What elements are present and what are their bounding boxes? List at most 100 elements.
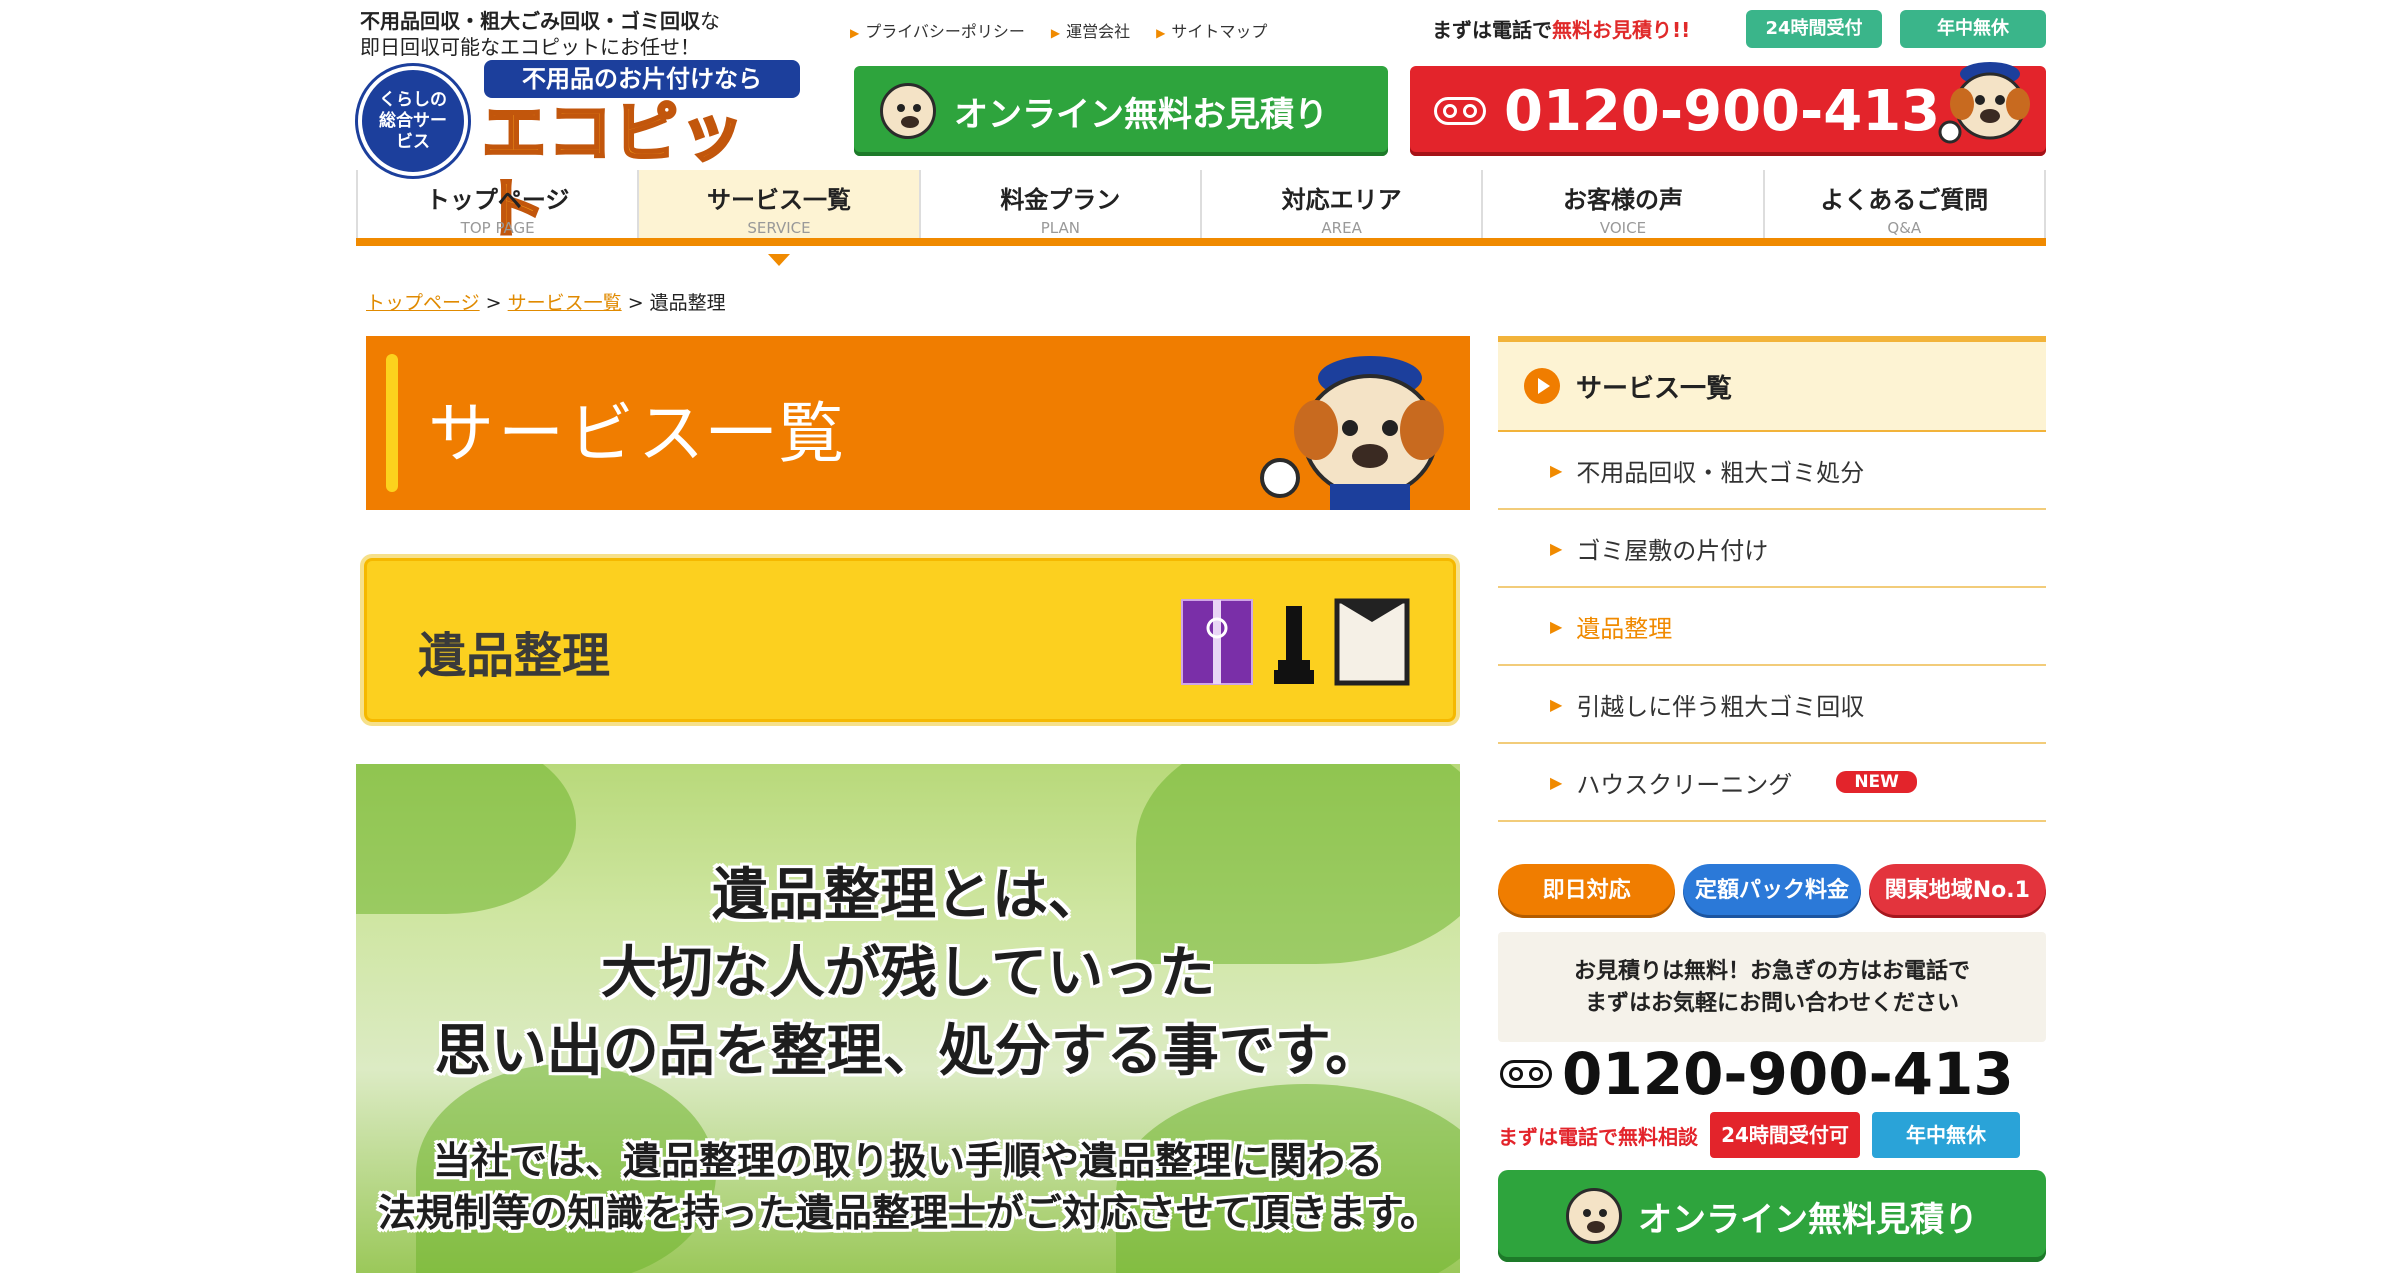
tel-note-prefix: まずは電話で	[1432, 18, 1552, 42]
breadcrumb-services-link[interactable]: サービス一覧	[508, 292, 622, 314]
triangle-right-icon: ▶	[1550, 460, 1563, 480]
sidebar-item-label: ハウスクリーニング	[1576, 770, 1793, 799]
hero-line-1: 遺品整理とは、	[712, 863, 1104, 928]
nav-voice-sub: VOICE	[1599, 219, 1647, 237]
privacy-policy-label: プライバシーポリシー	[865, 22, 1025, 41]
new-badge: NEW	[1836, 771, 1917, 793]
nav-area-sub: AREA	[1321, 219, 1362, 237]
triangle-right-icon: ▶	[1550, 538, 1563, 558]
nav-faq[interactable]: よくあるご質問 Q&A	[1762, 170, 2046, 238]
tel-note-red: 無料お見積り!!	[1552, 18, 1691, 42]
category-title: 遺品整理	[418, 628, 611, 684]
sidebar-online-estimate-label: オンライン無料見積り	[1638, 1199, 1978, 1240]
breadcrumb-current: 遺品整理	[649, 292, 726, 314]
estimate-note-line1: お見積りは無料！お急ぎの方はお電話で	[1573, 959, 1970, 984]
global-nav: トップページ TOP PAGE サービス一覧 SERVICE 料金プラン PLAN 対…	[356, 170, 2046, 246]
nav-voice[interactable]: お客様の声 VOICE	[1481, 170, 1762, 238]
sidebar-phone-number: 0120-900-413	[1562, 1040, 2014, 1108]
arrow-right-icon: ▶	[1156, 26, 1166, 40]
logo-circle: くらしの総合サービス	[358, 66, 468, 176]
nav-faq-label: よくあるご質問	[1820, 186, 1989, 214]
open-all-year-badge: 年中無休	[1872, 1112, 2020, 1158]
company-label: 運営会社	[1066, 22, 1131, 41]
24h-accept-badge: 24時間受付可	[1710, 1112, 1860, 1158]
sidebar-heading-label: サービス一覧	[1576, 373, 1733, 404]
dog-mascot-icon	[880, 83, 936, 139]
open-all-year-badge: 年中無休	[1900, 10, 2046, 48]
sidebar-item-label: ゴミ屋敷の片付け	[1576, 536, 1769, 565]
dog-mascot-icon	[1260, 356, 1444, 510]
feature-badges: 即日対応 定額パック料金 関東地域No.1	[1498, 864, 2046, 918]
online-estimate-button[interactable]: オンライン無料お見積り	[854, 66, 1388, 156]
sitemap-link[interactable]: ▶ サイトマップ	[1156, 18, 1267, 42]
online-estimate-label: オンライン無料お見積り	[954, 94, 1328, 135]
same-day-badge: 即日対応	[1498, 864, 1676, 918]
sidebar-item-label: 引越しに伴う粗大ゴミ回収	[1576, 692, 1865, 721]
sidebar-item-bulky-waste[interactable]: ▶ 不用品回収・粗大ゴミ処分	[1498, 432, 2046, 510]
freedial-icon	[1500, 1060, 1552, 1088]
sitemap-label: サイトマップ	[1171, 22, 1268, 41]
tagline-line2: 即日回収可能なエコピットにお任せ！	[360, 35, 700, 59]
hero-line-4: 当社では、遺品整理の取り扱い手順や遺品整理に関わる	[432, 1139, 1383, 1183]
title-accent-bar	[386, 354, 398, 492]
triangle-right-icon: ▶	[1550, 616, 1563, 636]
nav-top[interactable]: トップページ TOP PAGE	[356, 170, 637, 238]
sidebar-phone[interactable]: 0120-900-413	[1500, 1040, 2014, 1108]
tagline-bold: 不用品回収・粗大ごみ回収・ゴミ回収	[360, 9, 700, 33]
hero-line-5: 法規制等の知識を持った遺品整理士がご対応させて頂きます。	[377, 1191, 1439, 1235]
nav-plan[interactable]: 料金プラン PLAN	[918, 170, 1200, 238]
tel-note: まずは電話で無料お見積り!!	[1432, 14, 1690, 43]
sidebar-phone-notes: まずは電話で無料相談 24時間受付可 年中無休	[1498, 1112, 2046, 1158]
category-icons	[1180, 598, 1410, 686]
nav-service[interactable]: サービス一覧 SERVICE	[637, 170, 919, 238]
dog-mascot-icon	[1566, 1188, 1622, 1244]
nav-area-label: 対応エリア	[1281, 186, 1402, 214]
triangle-right-icon: ▶	[1550, 694, 1563, 714]
sidebar-item-hoarder-house[interactable]: ▶ ゴミ屋敷の片付け	[1498, 510, 2046, 588]
sidebar-services: サービス一覧 ▶ 不用品回収・粗大ゴミ処分 ▶ ゴミ屋敷の片付け ▶ 遺品整理 ▶ 引越…	[1498, 336, 2046, 822]
sidebar-item-house-cleaning[interactable]: ▶ ハウスクリーニング NEW	[1498, 744, 2046, 822]
freedial-icon	[1434, 97, 1486, 125]
arrow-right-icon: ▶	[1050, 26, 1061, 40]
sidebar-online-estimate-button[interactable]: オンライン無料見積り	[1498, 1170, 2046, 1262]
hero-image: 遺品整理とは、 大切な人が残していった 思い出の品を整理、処分する事です。 当社…	[356, 764, 1460, 1273]
estimate-note-line2: まずはお気軽にお問い合わせください	[1584, 991, 1959, 1016]
sidebar-heading: サービス一覧	[1498, 336, 2046, 432]
nav-plan-sub: PLAN	[1040, 219, 1080, 237]
fixed-price-badge: 定額パック料金	[1683, 864, 1861, 918]
phone-call-button[interactable]: 0120-900-413	[1410, 62, 2046, 156]
kanto-no1-badge: 関東地域No.1	[1868, 864, 2046, 918]
sidebar-item-label: 遺品整理	[1576, 614, 1673, 643]
arrow-right-icon: ▶	[850, 26, 860, 40]
sidebar-item-moving[interactable]: ▶ 引越しに伴う粗大ゴミ回収	[1498, 666, 2046, 744]
memorial-frame-icon	[1334, 598, 1410, 686]
estimate-note: お見積りは無料！お急ぎの方はお電話で まずはお気軽にお問い合わせください	[1498, 932, 2046, 1042]
nav-active-pointer	[768, 254, 790, 266]
nav-service-sub: SERVICE	[747, 219, 811, 237]
company-link[interactable]: ▶ 運営会社	[1051, 18, 1130, 42]
breadcrumb: トップページ > サービス一覧 > 遺品整理	[366, 288, 726, 315]
nav-faq-sub: Q&A	[1887, 219, 1922, 237]
page-title-band: サービス一覧	[366, 336, 1470, 510]
top-links: ▶ プライバシーポリシー ▶ 運営会社 ▶ サイトマップ	[850, 18, 1267, 42]
breadcrumb-home-link[interactable]: トップページ	[366, 292, 480, 314]
site-logo[interactable]: くらしの総合サービス 不用品のお片付けなら エコピット	[358, 60, 802, 249]
play-icon	[1524, 368, 1560, 404]
dog-mascot-icon	[1938, 62, 2030, 144]
nav-voice-label: お客様の声	[1562, 186, 1683, 214]
nav-area[interactable]: 対応エリア AREA	[1199, 170, 1481, 238]
site-tagline: 不用品回収・粗大ごみ回収・ゴミ回収な 即日回収可能なエコピットにお任せ！	[360, 8, 720, 60]
tagline-suffix: な	[700, 9, 720, 33]
page-title: サービス一覧	[428, 395, 848, 472]
phone-number: 0120-900-413	[1504, 78, 1941, 144]
24h-badge: 24時間受付	[1746, 10, 1882, 48]
logo-badge: 不用品のお片付けなら	[484, 60, 800, 98]
free-consult-note: まずは電話で無料相談	[1498, 1124, 1698, 1149]
sidebar-item-label: 不用品回収・粗大ゴミ処分	[1576, 458, 1865, 487]
memorial-tablet-icon	[1274, 606, 1314, 684]
triangle-right-icon: ▶	[1550, 772, 1563, 792]
breadcrumb-separator: >	[627, 292, 644, 314]
privacy-policy-link[interactable]: ▶ プライバシーポリシー	[850, 18, 1025, 42]
sidebar-item-estate-cleanup[interactable]: ▶ 遺品整理	[1498, 588, 2046, 666]
nav-top-label: トップページ	[425, 186, 570, 214]
